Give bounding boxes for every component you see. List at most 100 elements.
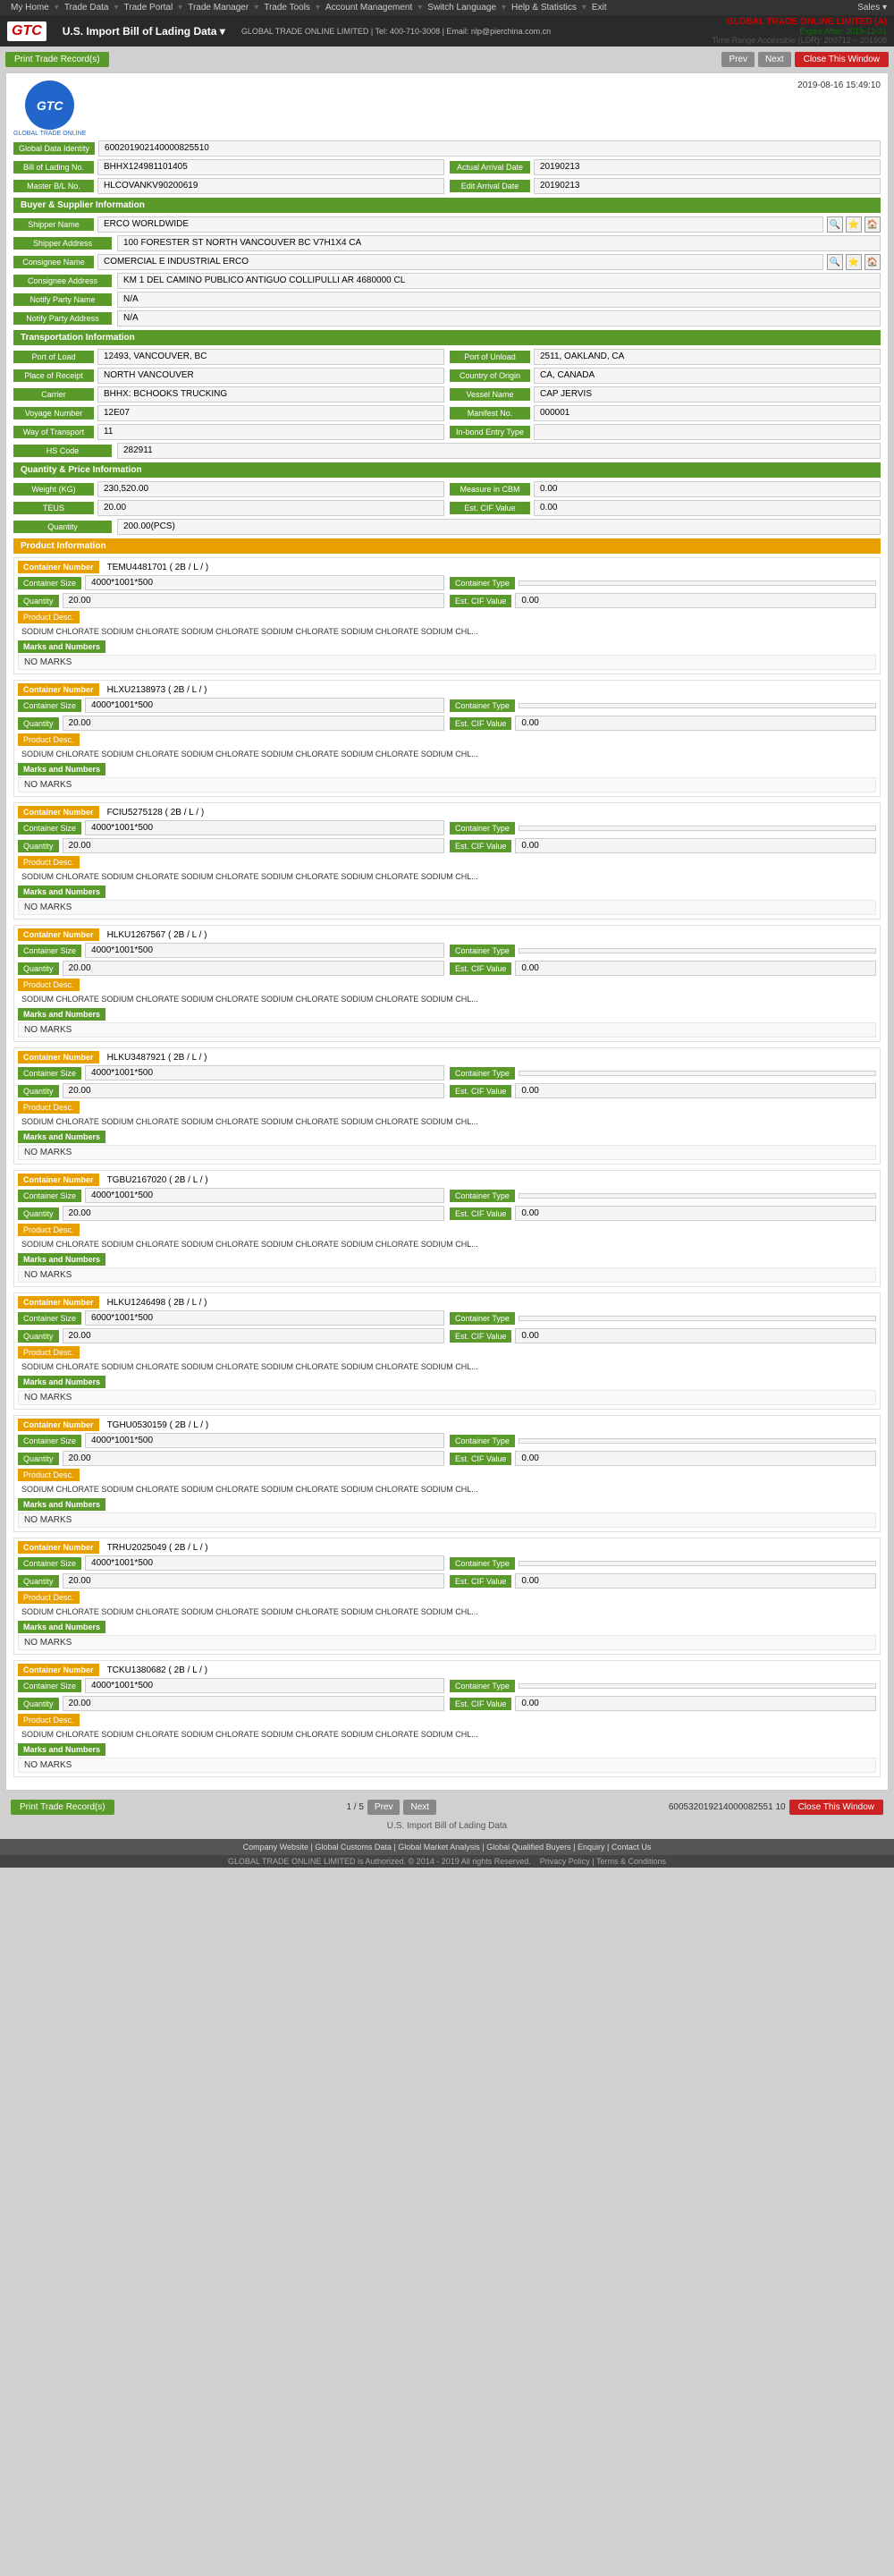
terms-link[interactable]: Terms & Conditions	[596, 1857, 666, 1866]
place-receipt-label: Place of Receipt	[13, 369, 94, 382]
marks-value-5: NO MARKS	[18, 1267, 876, 1283]
shipper-name-field: Shipper Name ERCO WORLDWIDE 🔍 ⭐ 🏠	[13, 216, 881, 233]
teus-label: TEUS	[13, 502, 94, 514]
nav-myhome[interactable]: My Home	[11, 3, 49, 13]
qty-label-1: Quantity	[18, 717, 59, 730]
shipper-address-label: Shipper Address	[13, 237, 112, 250]
bol-label: Bill of Lading No.	[13, 161, 94, 174]
product-desc-text-7: SODIUM CHLORATE SODIUM CHLORATE SODIUM C…	[18, 1483, 876, 1496]
close-window-button-top[interactable]: Close This Window	[795, 52, 889, 67]
container-number-value-4: HLKU3487921 ( 2B / L / )	[102, 1053, 207, 1063]
measure-value: 0.00	[534, 481, 881, 497]
qty-value-2: 20.00	[63, 838, 444, 853]
nav-tradedata[interactable]: Trade Data	[64, 3, 109, 13]
print-records-button-bottom[interactable]: Print Trade Record(s)	[11, 1800, 114, 1815]
product-desc-text-1: SODIUM CHLORATE SODIUM CHLORATE SODIUM C…	[18, 748, 876, 760]
print-records-button-top[interactable]: Print Trade Record(s)	[5, 52, 109, 67]
product-desc-label-0: Product Desc.	[18, 611, 80, 623]
nav-trademanager[interactable]: Trade Manager	[188, 3, 249, 13]
cif-value-2: 0.00	[515, 838, 876, 853]
country-origin-label: Country of Origin	[450, 369, 530, 382]
notify-party-name-row: Notify Party Name N/A	[13, 292, 881, 308]
next-button-bottom[interactable]: Next	[403, 1800, 436, 1815]
bond-entry-value	[534, 424, 881, 440]
qty-value-3: 20.00	[63, 961, 444, 976]
consignee-name-field: Consignee Name COMERCIAL E INDUSTRIAL ER…	[13, 254, 881, 270]
place-receipt-value: NORTH VANCOUVER	[97, 368, 444, 384]
container-size-label-9: Container Size	[18, 1680, 81, 1692]
container-type-value-9	[519, 1683, 876, 1689]
global-data-id-row: Global Data Identity 6002019021400008255…	[13, 140, 881, 157]
top-navigation: My Home▾ Trade Data▾ Trade Portal▾ Trade…	[0, 0, 894, 15]
close-window-button-bottom[interactable]: Close This Window	[789, 1800, 883, 1815]
port-load-value: 12493, VANCOUVER, BC	[97, 349, 444, 365]
cif-label-2: Est. CIF Value	[450, 840, 511, 852]
prev-button-bottom[interactable]: Prev	[367, 1800, 401, 1815]
container-size-label-5: Container Size	[18, 1190, 81, 1202]
container-size-value-8: 4000*1001*500	[85, 1555, 444, 1571]
notify-party-address-label: Notify Party Address	[13, 312, 112, 325]
marks-value-8: NO MARKS	[18, 1635, 876, 1650]
container-number-label-9: Container Number	[18, 1664, 99, 1676]
weight-field: Weight (KG) 230,520.00	[13, 481, 444, 497]
nav-links-left[interactable]: My Home▾ Trade Data▾ Trade Portal▾ Trade…	[7, 3, 611, 13]
nav-helpstatistics[interactable]: Help & Statistics	[511, 3, 577, 13]
cif-value-6: 0.00	[515, 1328, 876, 1343]
privacy-policy-link[interactable]: Privacy Policy	[540, 1857, 590, 1866]
home-icon[interactable]: 🏠	[864, 216, 881, 233]
footer-link-company[interactable]: Company Website	[243, 1843, 308, 1852]
cif-value-3: 0.00	[515, 961, 876, 976]
measure-field: Measure in CBM 0.00	[450, 481, 881, 497]
global-data-id-label: Global Data Identity	[13, 142, 95, 155]
vessel-name-label: Vessel Name	[450, 388, 530, 401]
footer: Company Website | Global Customs Data | …	[0, 1839, 894, 1855]
vessel-name-value: CAP JERVIS	[534, 386, 881, 402]
container-number-label-0: Container Number	[18, 561, 99, 573]
prev-button-top[interactable]: Prev	[721, 52, 755, 67]
search-icon-2[interactable]: 🔍	[827, 254, 843, 270]
footer-link-contact[interactable]: Contact Us	[611, 1843, 652, 1852]
port-load-field: Port of Load 12493, VANCOUVER, BC	[13, 349, 444, 365]
nav-tradetools[interactable]: Trade Tools	[264, 3, 310, 13]
shipper-name-value: ERCO WORLDWIDE	[97, 216, 823, 233]
product-desc-label-8: Product Desc.	[18, 1591, 80, 1604]
bond-entry-field: In-bond Entry Type	[450, 424, 881, 440]
nav-tradeportal[interactable]: Trade Portal	[124, 3, 173, 13]
footer-link-customs[interactable]: Global Customs Data	[315, 1843, 392, 1852]
star-icon-2[interactable]: ⭐	[846, 254, 862, 270]
nav-exit[interactable]: Exit	[592, 3, 607, 13]
next-button-top[interactable]: Next	[758, 52, 791, 67]
footer-link-enquiry[interactable]: Enquiry	[578, 1843, 605, 1852]
container-size-value-0: 4000*1001*500	[85, 575, 444, 590]
cif-value-5: 0.00	[515, 1206, 876, 1221]
footer-link-buyers[interactable]: Global Qualified Buyers	[486, 1843, 571, 1852]
quantity-label: Quantity	[13, 521, 112, 533]
container-type-value-8	[519, 1561, 876, 1566]
place-receipt-field: Place of Receipt NORTH VANCOUVER	[13, 368, 444, 384]
home-icon-2[interactable]: 🏠	[864, 254, 881, 270]
qty-value-7: 20.00	[63, 1451, 444, 1466]
container-type-value-4	[519, 1071, 876, 1076]
sub-navigation: GTC U.S. Import Bill of Lading Data ▾ GL…	[0, 15, 894, 47]
container-size-label-1: Container Size	[18, 699, 81, 712]
nav-accountmanagement[interactable]: Account Management	[325, 3, 412, 13]
carrier-value: BHHX: BCHOOKS TRUCKING	[97, 386, 444, 402]
container-type-label-3: Container Type	[450, 945, 515, 957]
nav-switchlanguage[interactable]: Switch Language	[427, 3, 496, 13]
weight-value: 230,520.00	[97, 481, 444, 497]
cif-label-6: Est. CIF Value	[450, 1330, 511, 1343]
container-type-value-5	[519, 1193, 876, 1199]
cif-value-0: 0.00	[515, 593, 876, 608]
logo-area: GTC	[7, 21, 46, 41]
star-icon[interactable]: ⭐	[846, 216, 862, 233]
voyage-value: 12E07	[97, 405, 444, 421]
container-size-value-9: 4000*1001*500	[85, 1678, 444, 1693]
search-icon[interactable]: 🔍	[827, 216, 843, 233]
container-number-value-2: FCIU5275128 ( 2B / L / )	[102, 808, 205, 818]
footer-link-market[interactable]: Global Market Analysis	[398, 1843, 480, 1852]
qty-value-6: 20.00	[63, 1328, 444, 1343]
container-size-value-5: 4000*1001*500	[85, 1188, 444, 1203]
container-type-label-6: Container Type	[450, 1312, 515, 1325]
quantity-row: Quantity 200.00(PCS)	[13, 519, 881, 535]
quantity-price-header: Quantity & Price Information	[13, 462, 881, 478]
